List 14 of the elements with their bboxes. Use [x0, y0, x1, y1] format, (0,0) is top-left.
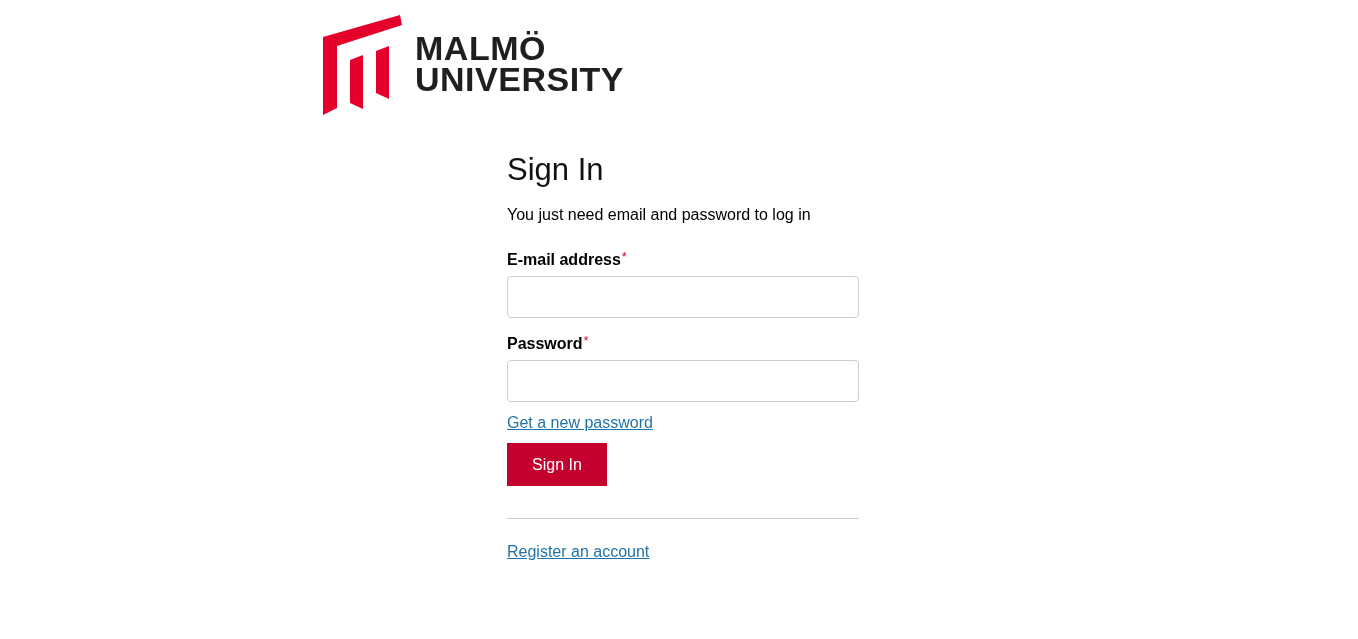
- page-heading: Sign In: [507, 152, 604, 188]
- input-field[interactable]: [507, 360, 859, 402]
- input-field[interactable]: [507, 276, 859, 318]
- field-label: E-mail address: [507, 250, 621, 270]
- intro-text: You just need email and password to log in: [507, 205, 811, 225]
- forgot-password-link[interactable]: Get a new password: [507, 413, 653, 433]
- required-asterisk: *: [621, 250, 627, 264]
- sign-in-button[interactable]: Sign In: [507, 443, 607, 486]
- logo-mark-icon: [322, 15, 402, 115]
- register-link[interactable]: Register an account: [507, 542, 650, 562]
- logo-text: MALMÖ: [415, 33, 547, 64]
- required-asterisk: *: [583, 334, 589, 348]
- logo-text: UNIVERSITY: [415, 64, 625, 95]
- field-label: Password: [507, 334, 583, 354]
